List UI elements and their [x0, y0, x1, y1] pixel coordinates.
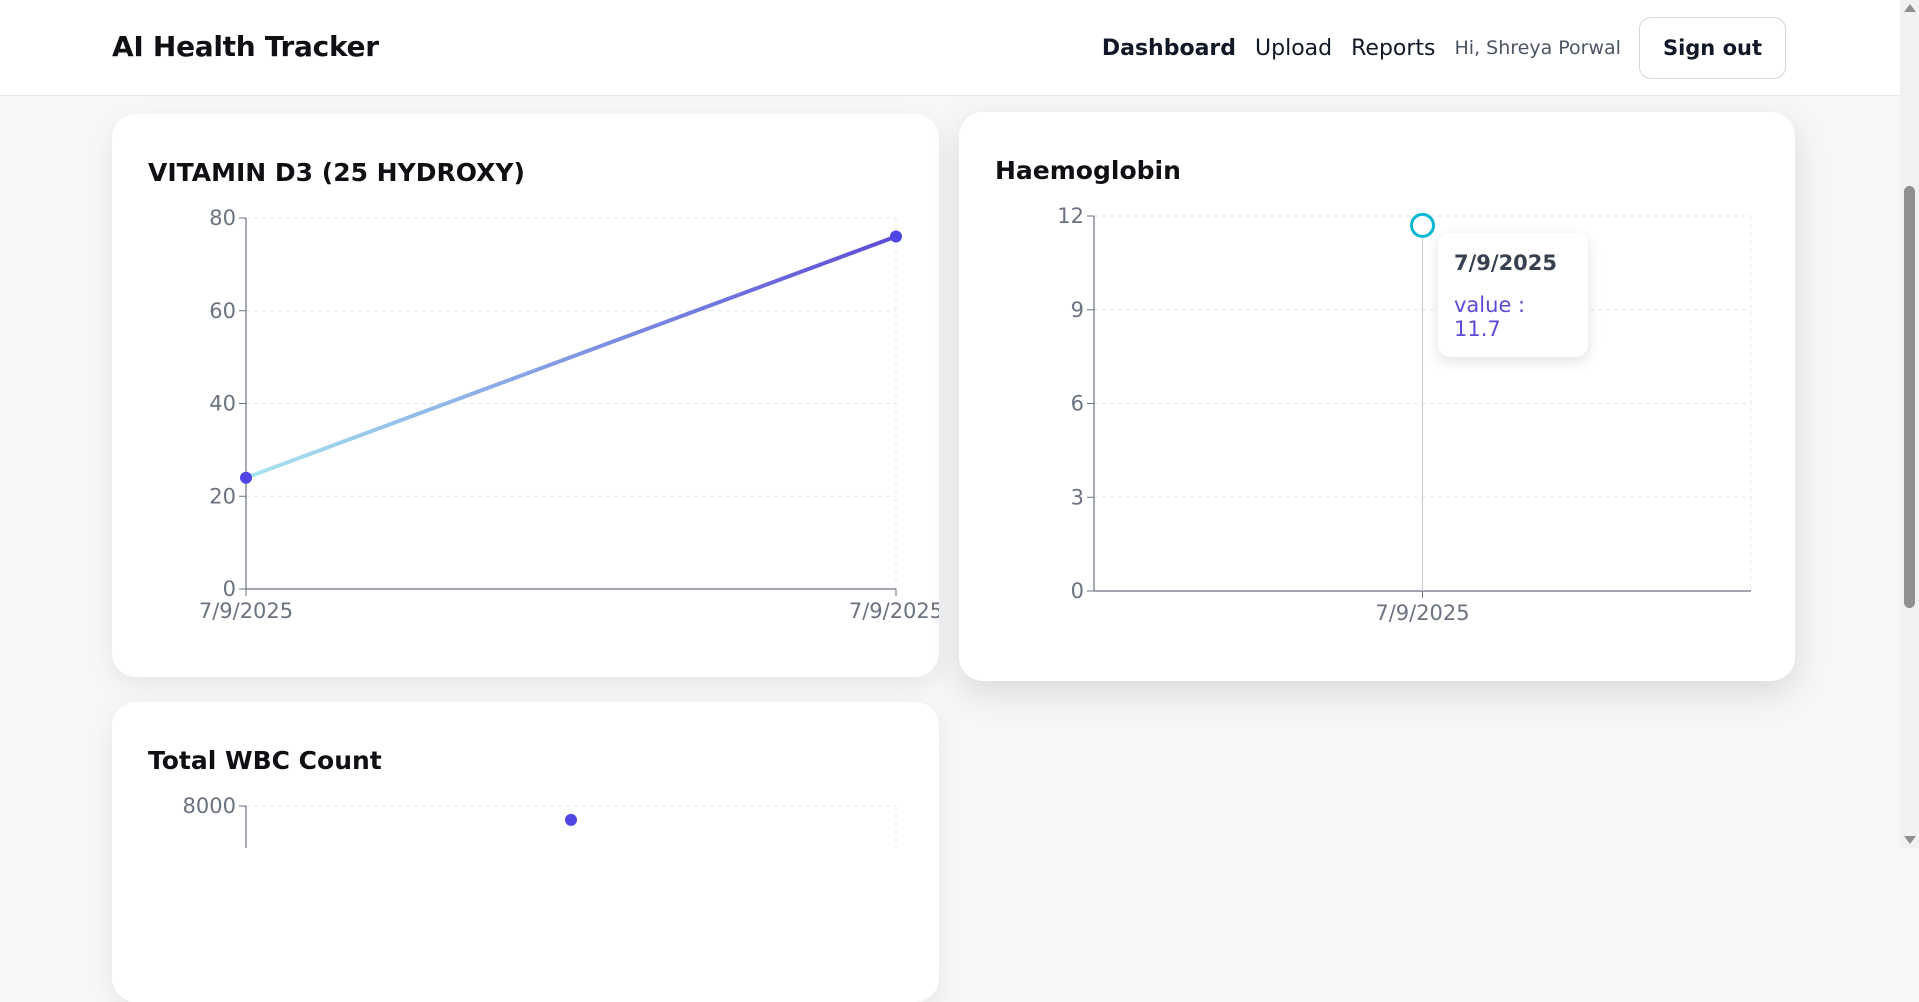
chart-tooltip: 7/9/2025 value : 11.7 [1438, 233, 1588, 357]
y-tick-label: 40 [209, 392, 236, 416]
data-point [240, 471, 252, 484]
nav-dashboard[interactable]: Dashboard [1102, 36, 1236, 61]
page-scrollbar[interactable] [1900, 0, 1919, 848]
y-tick-label: 0 [1071, 579, 1084, 603]
vitamin-d3-card: VITAMIN D3 (25 HYDROXY) 0 20 40 60 80 7/9/202… [112, 114, 939, 677]
tooltip-label: 7/9/2025 [1454, 251, 1558, 275]
y-tick-label: 12 [1057, 204, 1084, 228]
haemoglobin-card: Haemoglobin 0 3 6 9 12 7/9/2025 7/9/2025 valu… [959, 112, 1795, 681]
data-point [565, 813, 577, 826]
y-tick-label: 60 [209, 299, 236, 323]
nav-reports[interactable]: Reports [1351, 36, 1435, 61]
top-navbar: AI Health Tracker Dashboard Upload Repor… [0, 0, 1900, 96]
y-tick-label: 6 [1071, 392, 1084, 416]
y-tick-label: 9 [1071, 298, 1084, 322]
tooltip-value: value : 11.7 [1454, 293, 1526, 341]
x-tick-label: 7/9/2025 [1375, 601, 1469, 625]
nav-upload[interactable]: Upload [1255, 36, 1332, 61]
y-tick-label: 80 [209, 206, 236, 230]
x-tick-label: 7/9/2025 [199, 599, 293, 623]
vitamin-d3-chart[interactable]: 0 20 40 60 80 7/9/2025 7/9/2025 [112, 114, 939, 677]
nav-menu: Dashboard Upload Reports Hi, Shreya Porw… [1102, 17, 1786, 79]
y-tick-label: 3 [1071, 485, 1084, 509]
y-tick-label: 0 [223, 577, 236, 601]
sign-out-button[interactable]: Sign out [1638, 17, 1786, 79]
wbc-count-card: Total WBC Count 8000 [112, 702, 939, 1002]
series-line [244, 234, 898, 480]
user-greeting: Hi, Shreya Porwal [1454, 37, 1621, 59]
scroll-thumb[interactable] [1904, 186, 1915, 608]
data-point [890, 230, 902, 243]
haemoglobin-chart[interactable]: 0 3 6 9 12 7/9/2025 [959, 112, 1795, 681]
scroll-down-arrow-icon[interactable] [1904, 836, 1916, 844]
x-tick-label: 7/9/2025 [849, 599, 939, 623]
y-tick-label: 8000 [183, 794, 236, 818]
scroll-up-arrow-icon[interactable] [1904, 4, 1916, 12]
app-title[interactable]: AI Health Tracker [112, 30, 379, 63]
wbc-count-chart[interactable]: 8000 [112, 702, 939, 848]
y-tick-label: 20 [209, 484, 236, 508]
data-point-active [1410, 212, 1435, 238]
